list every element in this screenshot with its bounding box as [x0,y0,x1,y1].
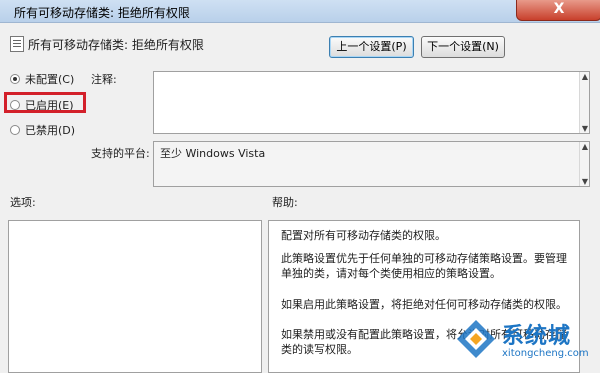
platform-label: 支持的平台: [91,147,150,160]
next-setting-button[interactable]: 下一个设置(N) [421,36,505,58]
policy-icon [10,36,24,52]
watermark-text: 系统城 [502,324,572,349]
platform-field: 至少 Windows Vista ▲ ▼ [153,141,590,187]
comment-scrollbar[interactable]: ▲ ▼ [579,72,589,133]
radio-disabled[interactable]: 已禁用(D) [10,122,75,138]
scroll-up-icon[interactable]: ▲ [580,142,590,151]
help-label: 帮助: [272,196,298,209]
scroll-down-icon[interactable]: ▼ [580,177,590,186]
policy-title: 所有可移动存储类: 拒绝所有权限 [28,38,204,52]
help-paragraph: 此策略设置优先于任何单独的可移动存储策略设置。要管理单独的类，请对每个类使用相应… [281,252,567,280]
scroll-up-icon[interactable]: ▲ [580,72,590,81]
previous-setting-button[interactable]: 上一个设置(P) [329,36,414,58]
radio-label: 已禁用(D) [25,124,76,137]
platform-value: 至少 Windows Vista [160,147,266,160]
comment-textbox[interactable]: ▲ ▼ [153,71,590,134]
title-bar: 所有可移动存储类: 拒绝所有权限 X [0,0,600,23]
watermark: 系统城 xitongcheng.com [455,318,595,373]
radio-not-configured[interactable]: 未配置(C) [10,71,74,87]
help-paragraph: 配置对所有可移动存储类的权限。 [281,229,446,242]
radio-dot[interactable] [10,74,20,84]
watermark-url: xitongcheng.com [502,348,589,359]
close-button[interactable]: X [516,0,600,21]
platform-scrollbar[interactable]: ▲ ▼ [579,142,589,186]
highlight-box [4,92,86,113]
help-paragraph: 如果启用此策略设置，将拒绝对任何可移动存储类的权限。 [281,298,567,311]
window-title: 所有可移动存储类: 拒绝所有权限 [14,6,190,20]
radio-dot[interactable] [10,125,20,135]
radio-label: 未配置(C) [25,73,75,86]
watermark-logo-icon [457,320,495,358]
comment-label: 注释: [91,73,117,86]
scroll-down-icon[interactable]: ▼ [580,124,590,133]
options-panel [8,220,262,373]
options-label: 选项: [10,196,36,209]
